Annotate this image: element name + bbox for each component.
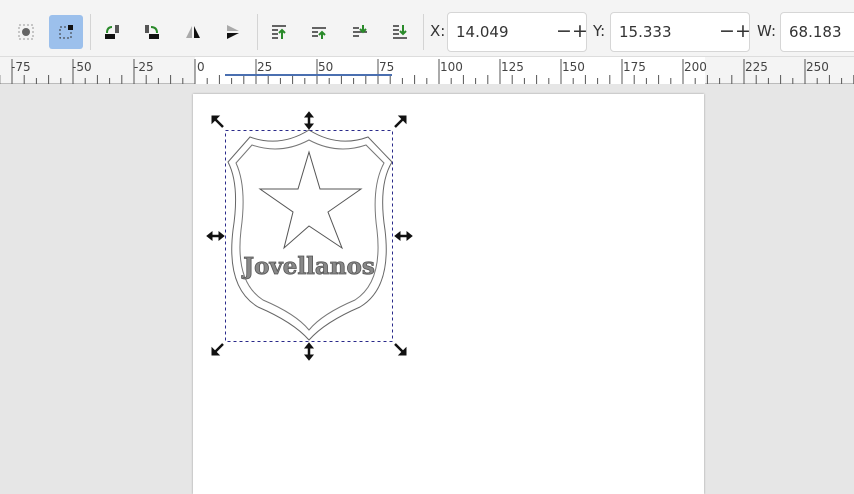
shield-outer-outline: [227, 129, 393, 341]
scale-handle-ne[interactable]: [394, 115, 407, 128]
selection-bbox: [225, 130, 393, 342]
scale-handle-n[interactable]: [303, 111, 315, 130]
scale-handle-e[interactable]: [394, 230, 413, 242]
scale-handle-sw[interactable]: [211, 343, 224, 356]
scale-handle-s[interactable]: [303, 342, 315, 361]
star-shape: [258, 150, 363, 250]
scale-handle-w[interactable]: [206, 230, 225, 242]
shield-inner-outline: [235, 139, 385, 331]
scale-handle-nw[interactable]: [211, 115, 224, 128]
scale-handle-se[interactable]: [394, 343, 407, 356]
canvas-drawing: Jovellanos: [206, 111, 413, 361]
shield-text: Jovellanos: [241, 253, 375, 280]
shield-object[interactable]: Jovellanos: [227, 129, 393, 341]
selection-handles[interactable]: [206, 111, 413, 361]
